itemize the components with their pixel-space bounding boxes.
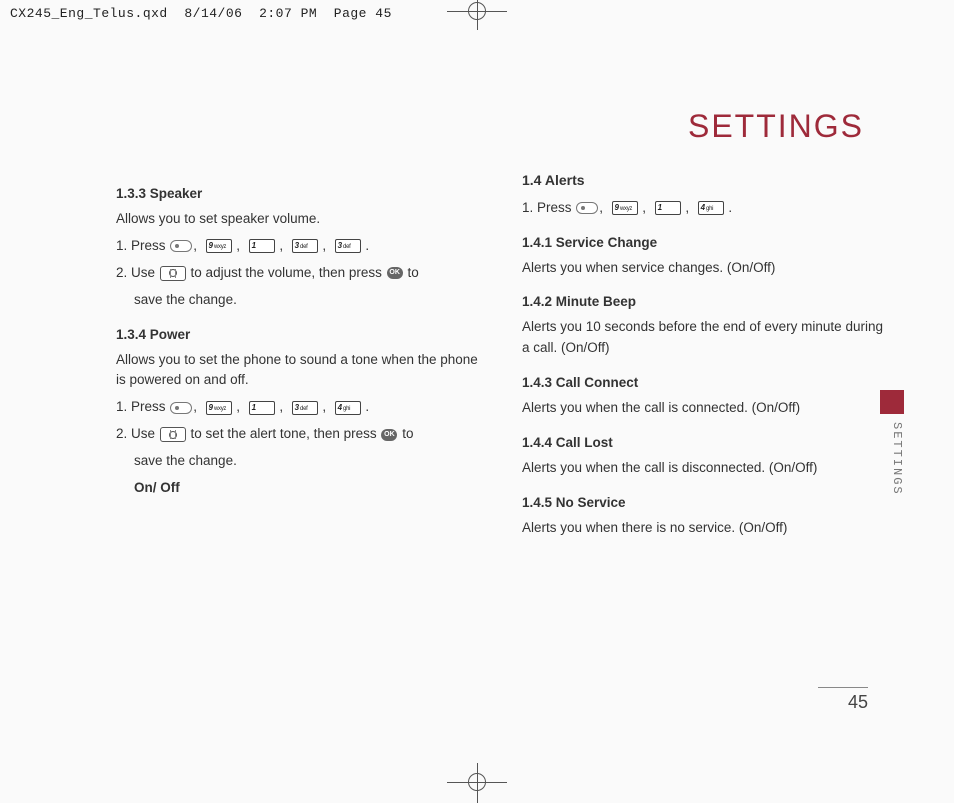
heading-1-4-1: 1.4.1 Service Change xyxy=(522,233,888,254)
nav-key-icon xyxy=(160,427,186,442)
body-1-4-4: Alerts you when the call is disconnected… xyxy=(522,458,888,479)
onoff-1-3-4: On/ Off xyxy=(116,478,482,499)
left-column: 1.3.3 Speaker Allows you to set speaker … xyxy=(116,170,482,545)
softkey-icon xyxy=(170,240,192,252)
heading-1-3-4: 1.3.4 Power xyxy=(116,325,482,346)
step-1-3-3-2b: save the change. xyxy=(116,290,482,311)
key-9-icon: 9wxyz xyxy=(612,201,638,215)
section-title: SETTINGS xyxy=(688,108,864,145)
body-1-4-1: Alerts you when service changes. (On/Off… xyxy=(522,258,888,279)
side-tab-label: SETTINGS xyxy=(880,422,904,496)
key-3-icon: 3def xyxy=(335,239,361,253)
heading-1-4-4: 1.4.4 Call Lost xyxy=(522,433,888,454)
step-1-4-1: 1. Press , 9wxyz , 1 , 4ghi . xyxy=(522,198,888,219)
body-1-4-5: Alerts you when there is no service. (On… xyxy=(522,518,888,539)
key-4-icon: 4ghi xyxy=(698,201,724,215)
heading-1-4: 1.4 Alerts xyxy=(522,170,888,192)
right-column: 1.4 Alerts 1. Press , 9wxyz , 1 , 4ghi .… xyxy=(522,170,888,545)
body-1-4-2: Alerts you 10 seconds before the end of … xyxy=(522,317,888,359)
key-1-icon: 1 xyxy=(655,201,681,215)
page-body: SETTINGS 1.3.3 Speaker Allows you to set… xyxy=(30,0,924,793)
body-1-4-3: Alerts you when the call is connected. (… xyxy=(522,398,888,419)
key-9-icon: 9wxyz xyxy=(206,401,232,415)
ok-button-icon: OK xyxy=(387,267,403,279)
step-1-3-4-2: 2. Use to set the alert tone, then press… xyxy=(116,424,482,445)
step-1-3-4-1: 1. Press , 9wxyz , 1 , 3def , 4ghi . xyxy=(116,397,482,418)
softkey-icon xyxy=(170,402,192,414)
heading-1-3-3: 1.3.3 Speaker xyxy=(116,184,482,205)
intro-1-3-3: Allows you to set speaker volume. xyxy=(116,209,482,230)
heading-1-4-3: 1.4.3 Call Connect xyxy=(522,373,888,394)
key-4-icon: 4ghi xyxy=(335,401,361,415)
heading-1-4-5: 1.4.5 No Service xyxy=(522,493,888,514)
heading-1-4-2: 1.4.2 Minute Beep xyxy=(522,292,888,313)
page-number: 45 xyxy=(818,687,868,713)
nav-key-icon xyxy=(160,266,186,281)
key-3-icon: 3def xyxy=(292,401,318,415)
key-1-icon: 1 xyxy=(249,401,275,415)
softkey-icon xyxy=(576,202,598,214)
ok-button-icon: OK xyxy=(381,429,397,441)
step-1-3-4-2b: save the change. xyxy=(116,451,482,472)
step-1-3-3-2: 2. Use to adjust the volume, then press … xyxy=(116,263,482,284)
content-columns: 1.3.3 Speaker Allows you to set speaker … xyxy=(116,170,888,545)
intro-1-3-4: Allows you to set the phone to sound a t… xyxy=(116,350,482,392)
step-1-3-3-1: 1. Press , 9wxyz , 1 , 3def , 3def . xyxy=(116,236,482,257)
side-tab-marker xyxy=(880,390,904,414)
key-3-icon: 3def xyxy=(292,239,318,253)
key-1-icon: 1 xyxy=(249,239,275,253)
side-tab: SETTINGS xyxy=(880,390,904,500)
key-9-icon: 9wxyz xyxy=(206,239,232,253)
